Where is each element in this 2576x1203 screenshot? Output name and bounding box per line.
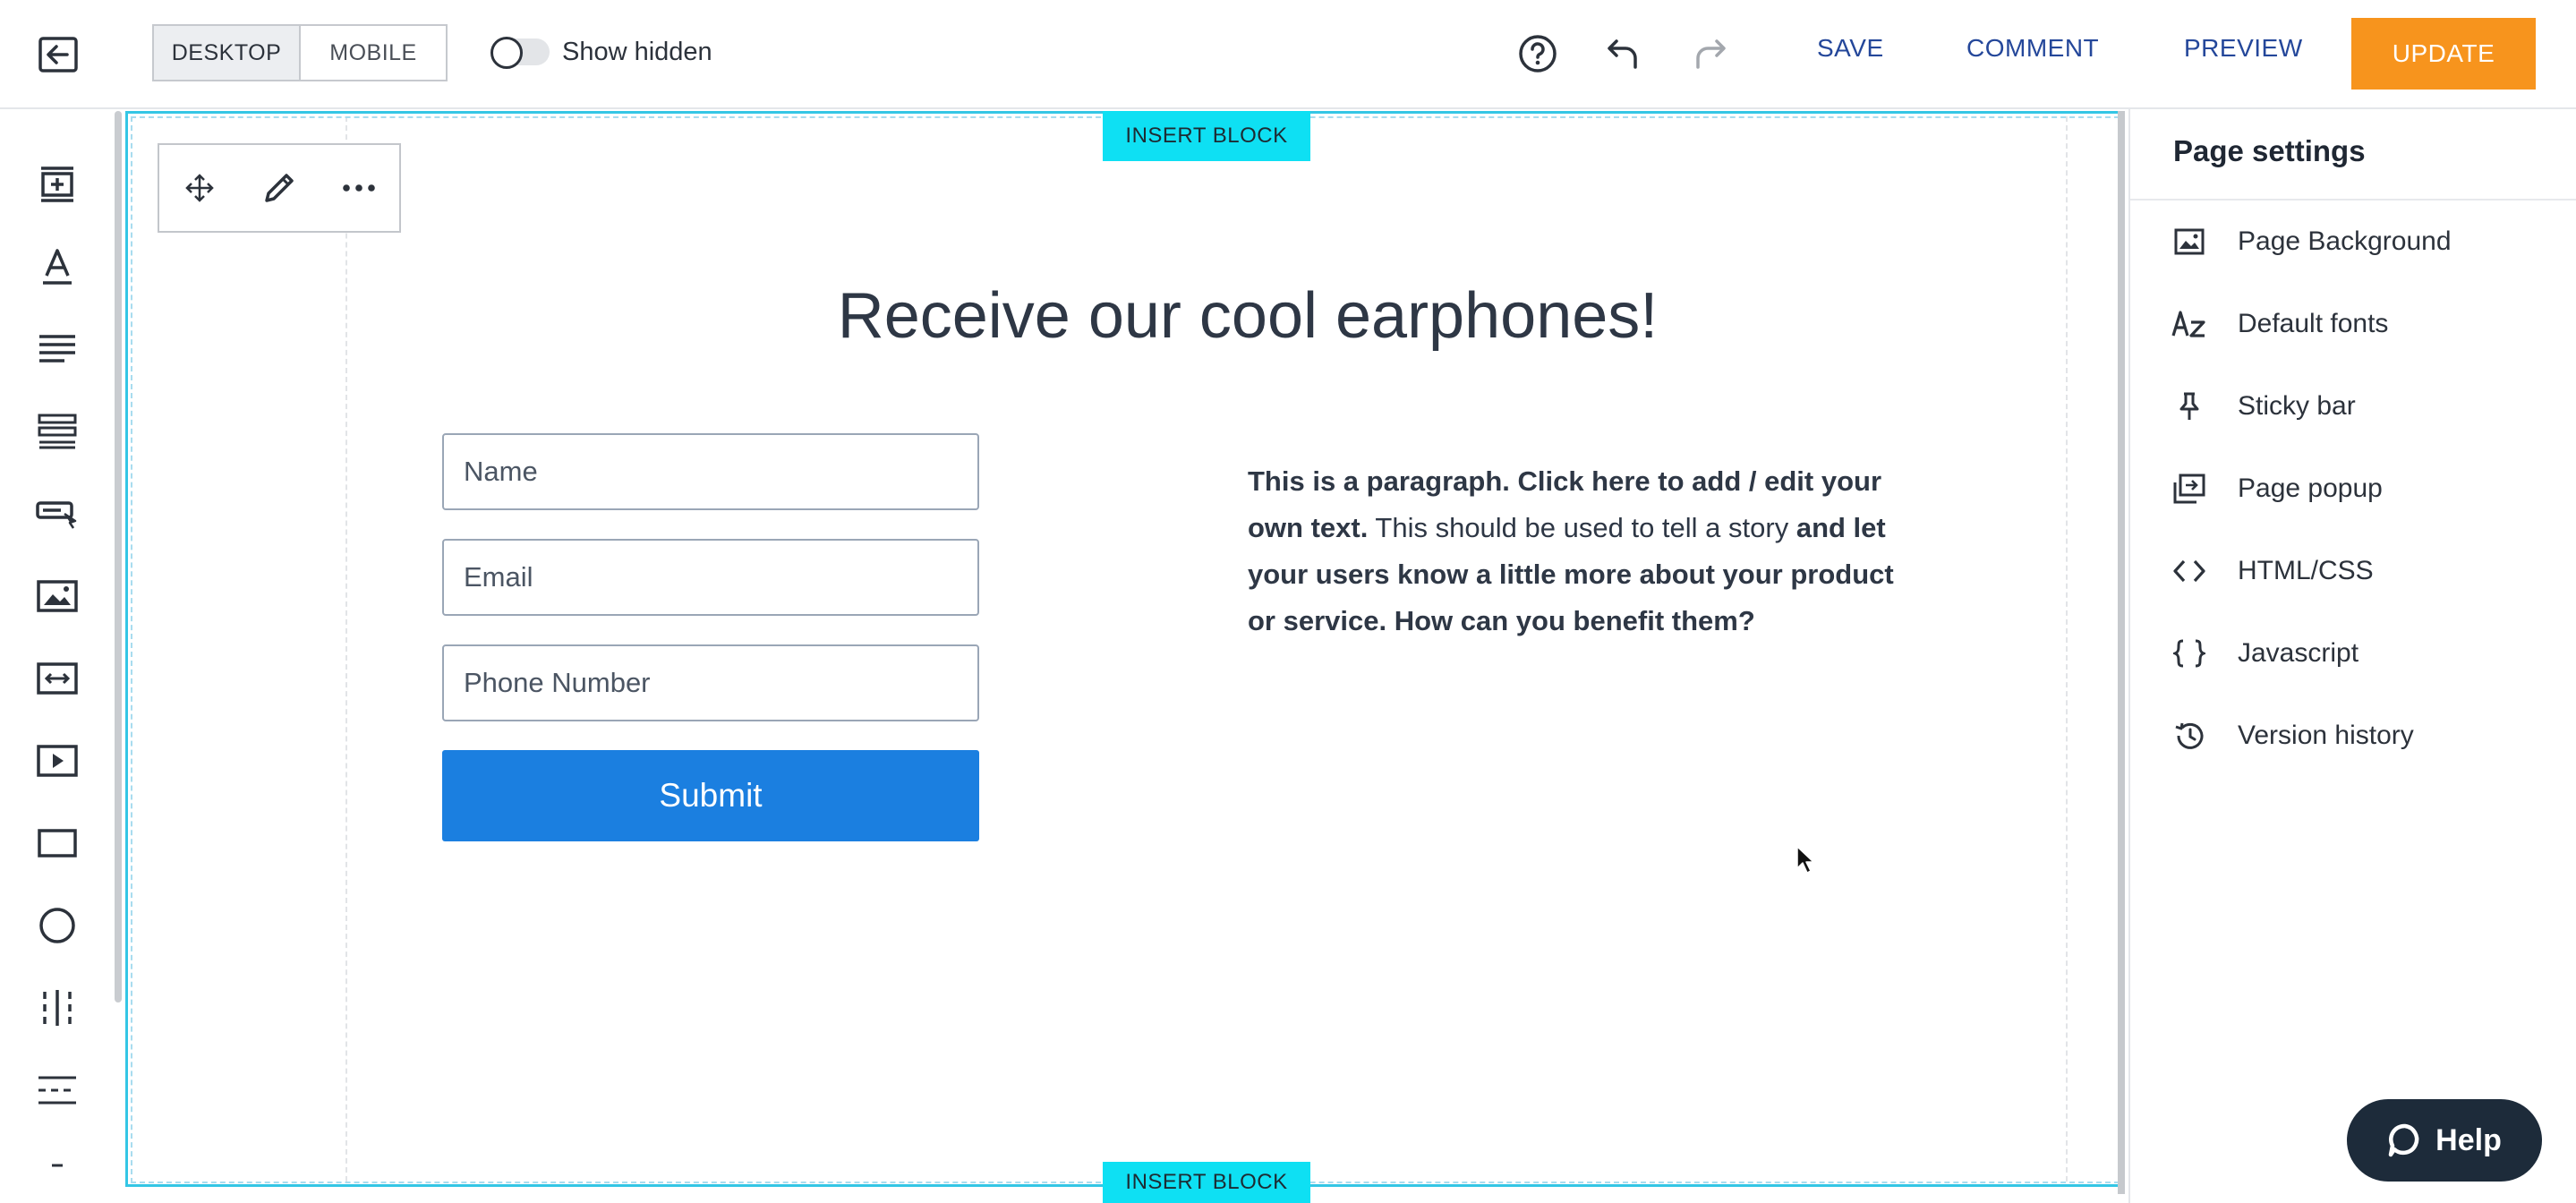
history-icon: [2175, 722, 2204, 749]
cursor-arrow-icon: [1796, 846, 1814, 874]
name-input[interactable]: [442, 433, 979, 510]
setting-page-background[interactable]: Page Background: [2166, 215, 2452, 269]
more-tools-indicator[interactable]: [29, 1137, 86, 1194]
insert-block-bottom-button[interactable]: INSERT BLOCK: [1103, 1162, 1310, 1203]
help-question-button[interactable]: [1514, 30, 1561, 77]
panel-divider: [2130, 199, 2576, 200]
toolbar-scrollbar[interactable]: [115, 111, 122, 1002]
show-hidden-toggle[interactable]: Show hidden: [490, 30, 712, 73]
edit-block-button[interactable]: [239, 145, 319, 231]
view-mode-toggle: DESKTOP MOBILE: [152, 24, 448, 81]
add-section-icon: [41, 166, 73, 202]
pencil-icon: [265, 174, 294, 202]
preview-button[interactable]: PREVIEW: [2184, 34, 2303, 63]
image-icon: [2174, 228, 2205, 255]
comment-button[interactable]: COMMENT: [1966, 34, 2099, 63]
show-hidden-label: Show hidden: [562, 37, 712, 66]
move-block-button[interactable]: [159, 145, 239, 231]
braces-icon: [2173, 639, 2205, 668]
list-icon: [38, 414, 77, 449]
button-tool[interactable]: [29, 485, 86, 542]
setting-label: Javascript: [2238, 638, 2359, 668]
box-icon: [38, 829, 77, 857]
redo-icon: [1696, 39, 1726, 69]
columns-tool[interactable]: [29, 979, 86, 1037]
help-chat-button[interactable]: Help: [2347, 1099, 2542, 1182]
image-tool[interactable]: [29, 567, 86, 625]
mobile-view-button[interactable]: MOBILE: [299, 26, 446, 80]
undo-icon: [1608, 39, 1637, 69]
desktop-view-button[interactable]: DESKTOP: [154, 26, 299, 80]
move-arrows-icon: [184, 174, 214, 202]
exit-icon: [38, 37, 78, 73]
selected-section-outline[interactable]: [125, 111, 2125, 1187]
columns-icon: [43, 990, 72, 1026]
save-button[interactable]: SAVE: [1817, 34, 1884, 63]
code-icon: [2173, 559, 2205, 583]
toggle-switch[interactable]: [490, 37, 550, 69]
video-tool[interactable]: [29, 732, 86, 789]
email-input[interactable]: [442, 539, 979, 616]
circle-icon: [39, 908, 75, 943]
image-icon: [37, 580, 78, 612]
phone-number-input[interactable]: [442, 644, 979, 721]
pin-icon: [2179, 392, 2199, 420]
popup-icon: [2173, 474, 2205, 504]
update-button[interactable]: UPDATE: [2351, 18, 2536, 90]
redo-button[interactable]: [1686, 30, 1733, 77]
body-paragraph[interactable]: This is a paragraph. Click here to add /…: [1248, 458, 1928, 644]
submit-button[interactable]: Submit: [442, 750, 979, 841]
page-headline[interactable]: Receive our cool earphones!: [358, 279, 2137, 353]
more-dots-icon: [343, 184, 376, 192]
spacer-tool[interactable]: [29, 650, 86, 707]
setting-label: Page popup: [2238, 474, 2383, 503]
add-section-tool[interactable]: [29, 156, 86, 213]
spacer-icon: [37, 662, 78, 695]
paragraph-plain-text: This should be used to tell a story: [1368, 512, 1796, 543]
heading-text-icon: [43, 249, 72, 285]
chat-bubble-icon: [2388, 1123, 2419, 1157]
setting-sticky-bar[interactable]: Sticky bar: [2166, 380, 2356, 433]
mouse-cursor: [1796, 845, 1817, 875]
element-toolbar: [0, 109, 124, 1203]
setting-label: HTML/CSS: [2238, 556, 2374, 585]
minus-icon: [52, 1164, 63, 1167]
insert-block-top-button[interactable]: INSERT BLOCK: [1103, 111, 1310, 161]
setting-label: Default fonts: [2238, 309, 2389, 338]
heading-tool[interactable]: [29, 238, 86, 295]
list-tool[interactable]: [29, 403, 86, 460]
setting-page-popup[interactable]: Page popup: [2166, 462, 2383, 516]
setting-javascript[interactable]: Javascript: [2166, 627, 2358, 680]
divider-tool[interactable]: [29, 1062, 86, 1119]
circle-tool[interactable]: [29, 897, 86, 954]
exit-editor-button[interactable]: [32, 32, 84, 77]
panel-title: Page settings: [2173, 134, 2366, 167]
canvas-scrollbar[interactable]: [2118, 111, 2125, 1194]
more-options-button[interactable]: [320, 145, 399, 231]
setting-html-css[interactable]: HTML/CSS: [2166, 544, 2374, 598]
undo-button[interactable]: [1600, 30, 1647, 77]
setting-default-fonts[interactable]: Default fonts: [2166, 297, 2388, 351]
setting-label: Version history: [2238, 721, 2414, 750]
help-label: Help: [2435, 1122, 2502, 1157]
font-az-icon: [2171, 311, 2205, 337]
divider-icon: [38, 1076, 76, 1105]
button-icon: [36, 501, 77, 529]
paragraph-icon: [39, 335, 75, 363]
paragraph-tool[interactable]: [29, 320, 86, 378]
setting-label: Sticky bar: [2238, 391, 2356, 421]
setting-label: Page Background: [2238, 226, 2452, 256]
block-action-toolbar: [158, 143, 401, 233]
question-circle-icon: [1519, 35, 1557, 73]
video-icon: [37, 745, 78, 777]
box-tool[interactable]: [29, 815, 86, 872]
setting-version-history[interactable]: Version history: [2166, 709, 2414, 763]
